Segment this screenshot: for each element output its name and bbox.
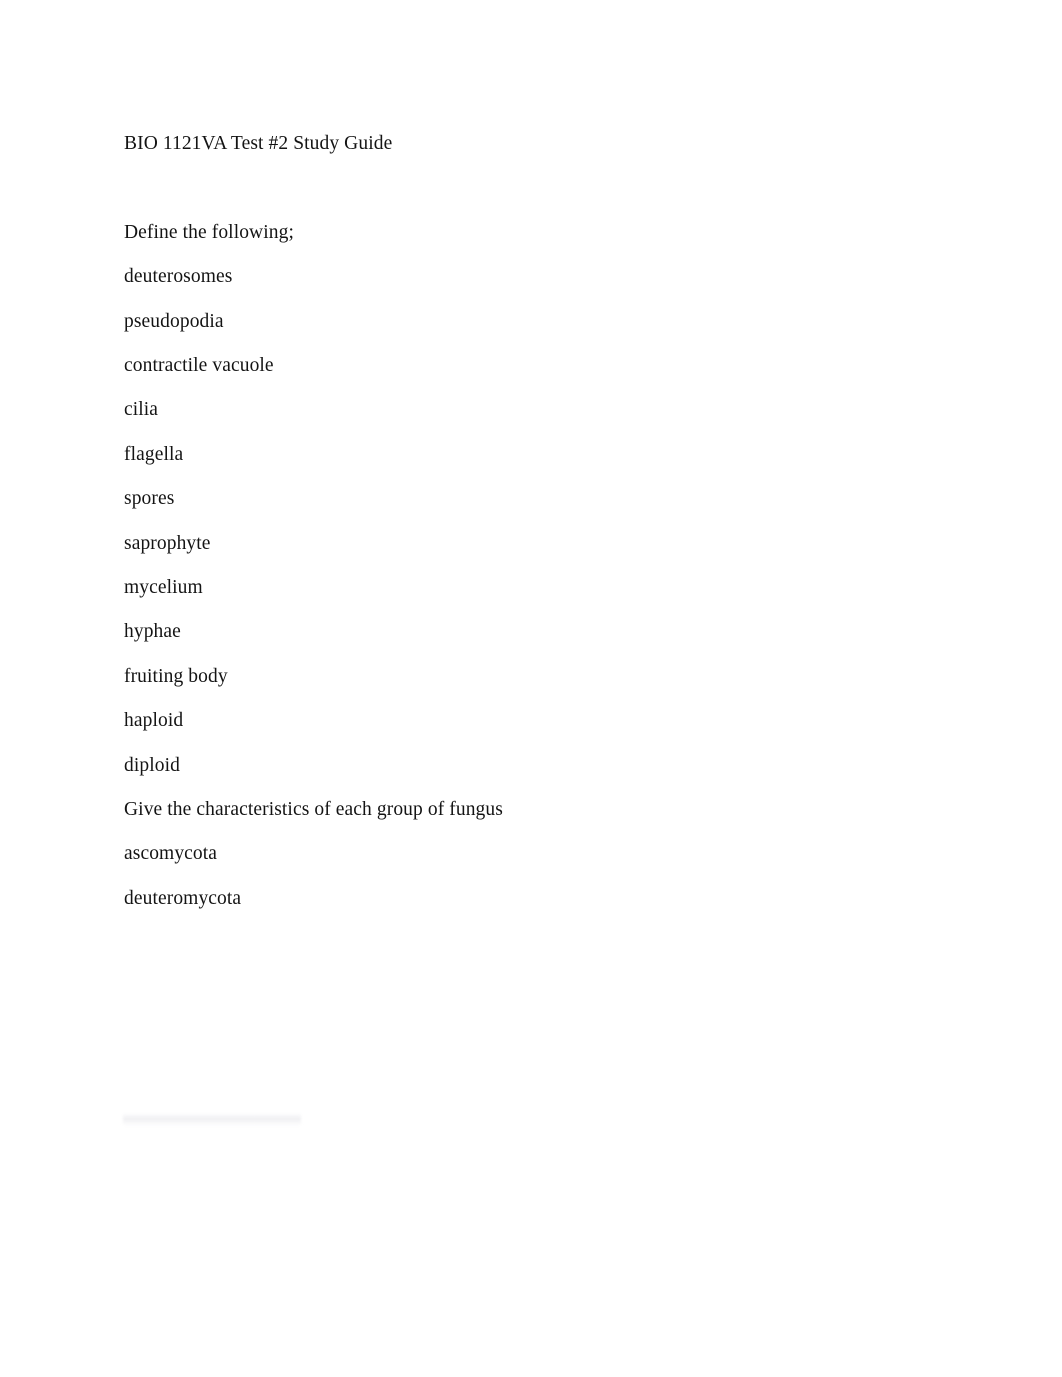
fungus-group-deuteromycota: deuteromycota (124, 887, 242, 909)
document-page: BIO 1121VA Test #2 Study Guide Define th… (0, 0, 1062, 1377)
term-mycelium: mycelium (124, 577, 203, 599)
term-diploid: diploid (124, 754, 180, 776)
term-hyphae: hyphae (124, 621, 181, 643)
term-haploid: haploid (124, 710, 184, 732)
instruction-define-the-following: Define the following; (124, 221, 294, 243)
term-pseudopodia: pseudopodia (124, 310, 224, 332)
term-saprophyte: saprophyte (124, 532, 211, 554)
fungus-group-ascomycota: ascomycota (124, 843, 218, 865)
term-fruiting-body: fruiting body (124, 665, 228, 687)
document-text-body: BIO 1121VA Test #2 Study Guide Define th… (124, 122, 944, 921)
document-title: BIO 1121VA Test #2 Study Guide (124, 133, 393, 154)
term-flagella: flagella (124, 443, 184, 465)
term-contractile-vacuole: contractile vacuole (124, 355, 274, 377)
instruction-fungus-characteristics: Give the characteristics of each group o… (124, 799, 503, 821)
term-cilia: cilia (124, 399, 159, 421)
blank-paragraph (124, 166, 944, 210)
page-smudge-artifact (123, 1113, 301, 1126)
term-spores: spores (124, 488, 175, 510)
term-deuterosomes: deuterosomes (124, 266, 233, 288)
